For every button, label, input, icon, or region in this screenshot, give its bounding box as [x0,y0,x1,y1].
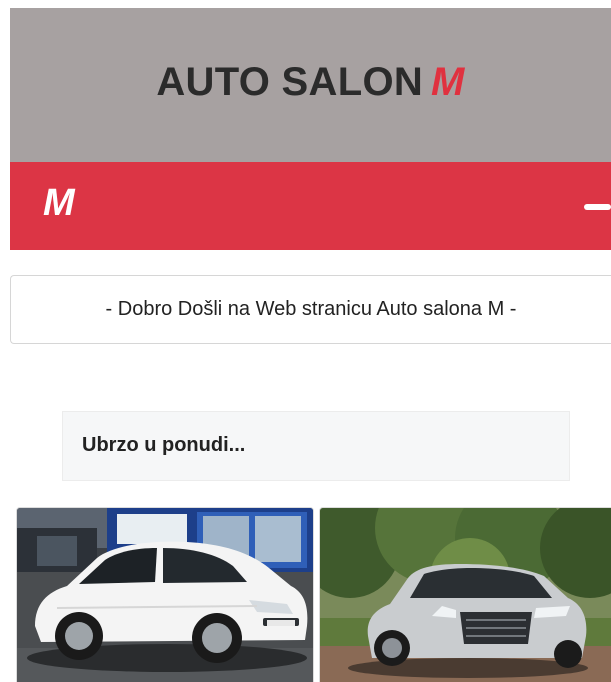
navbar-toggler-button[interactable] [584,192,611,220]
site-title: AUTO SALON M [10,60,611,105]
car-photo-white-hatchback [17,508,313,682]
navbar: M [10,162,611,250]
site-header: AUTO SALON M [10,8,611,162]
coming-soon-heading: Ubrzo u ponudi... [82,434,246,456]
welcome-banner: - Dobro Došli na Web stranicu Auto salon… [10,275,611,344]
welcome-text: - Dobro Došli na Web stranicu Auto salon… [105,298,517,320]
site-title-mark: M [431,60,465,104]
car-photo-silver-sedan [320,508,611,682]
coming-soon-panel: Ubrzo u ponudi... [62,411,570,481]
car-card-silver-sedan[interactable] [319,507,611,682]
car-card-white-hatchback[interactable] [16,507,314,682]
page: AUTO SALON M M - Dobro Došli na Web stran… [0,0,611,682]
menu-icon [584,204,611,210]
site-title-text: AUTO SALON [156,60,424,104]
navbar-brand-logo[interactable]: M [43,182,75,225]
